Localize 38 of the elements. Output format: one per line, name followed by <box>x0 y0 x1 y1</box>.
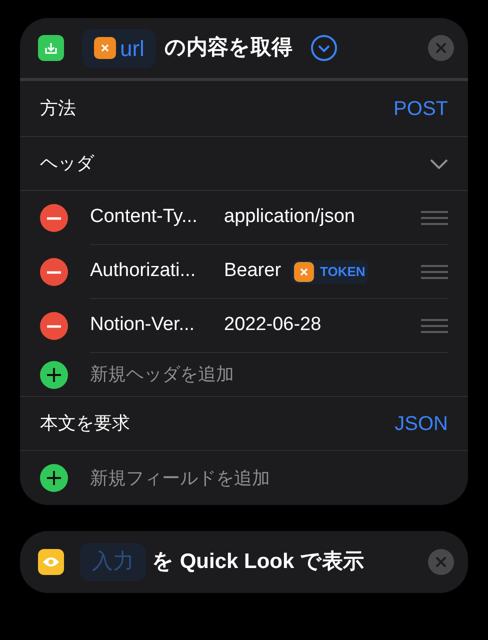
method-label: 方法 <box>40 97 76 120</box>
add-field-button[interactable]: 新規フィールドを追加 <box>90 464 270 492</box>
close-icon <box>436 43 446 53</box>
remove-button[interactable] <box>40 258 68 286</box>
method-value[interactable]: POST <box>394 94 448 124</box>
drag-handle-icon[interactable] <box>421 210 448 224</box>
variable-name: url <box>120 34 144 62</box>
body-label: 本文を要求 <box>40 412 130 435</box>
variable-token[interactable]: url <box>82 28 156 68</box>
close-icon <box>436 557 446 567</box>
header-key[interactable]: Notion-Ver... <box>90 311 224 340</box>
header-value: Bearer <box>224 259 282 284</box>
expand-button[interactable] <box>310 34 338 62</box>
action-title: を Quick Look で表示 <box>152 549 364 576</box>
add-icon[interactable] <box>40 360 68 388</box>
minus-icon <box>47 270 61 274</box>
remove-button[interactable] <box>40 204 68 232</box>
header-value: application/json <box>224 205 355 230</box>
minus-icon <box>47 216 61 220</box>
add-header-button[interactable]: 新規ヘッダを追加 <box>90 361 234 388</box>
headers-label: ヘッダ <box>40 152 94 175</box>
remove-button[interactable] <box>40 312 68 340</box>
variable-token[interactable]: TOKEN <box>291 260 368 284</box>
chevron-icon[interactable] <box>430 158 448 168</box>
variable-icon <box>94 37 116 59</box>
body-type-value[interactable]: JSON <box>394 408 448 438</box>
variable-icon <box>294 262 314 282</box>
drag-handle-icon[interactable] <box>421 264 448 278</box>
header-key[interactable]: Authorizati... <box>90 257 224 286</box>
header-value: 2022-06-28 <box>224 313 322 338</box>
header-key[interactable]: Content-Ty... <box>90 203 224 232</box>
variable-name: TOKEN <box>320 262 366 281</box>
add-icon[interactable] <box>40 464 68 492</box>
download-icon <box>38 35 64 61</box>
action-title: の内容を取得 <box>164 34 292 62</box>
drag-handle-icon[interactable] <box>421 318 448 332</box>
eye-icon <box>38 549 64 575</box>
minus-icon <box>47 324 61 328</box>
